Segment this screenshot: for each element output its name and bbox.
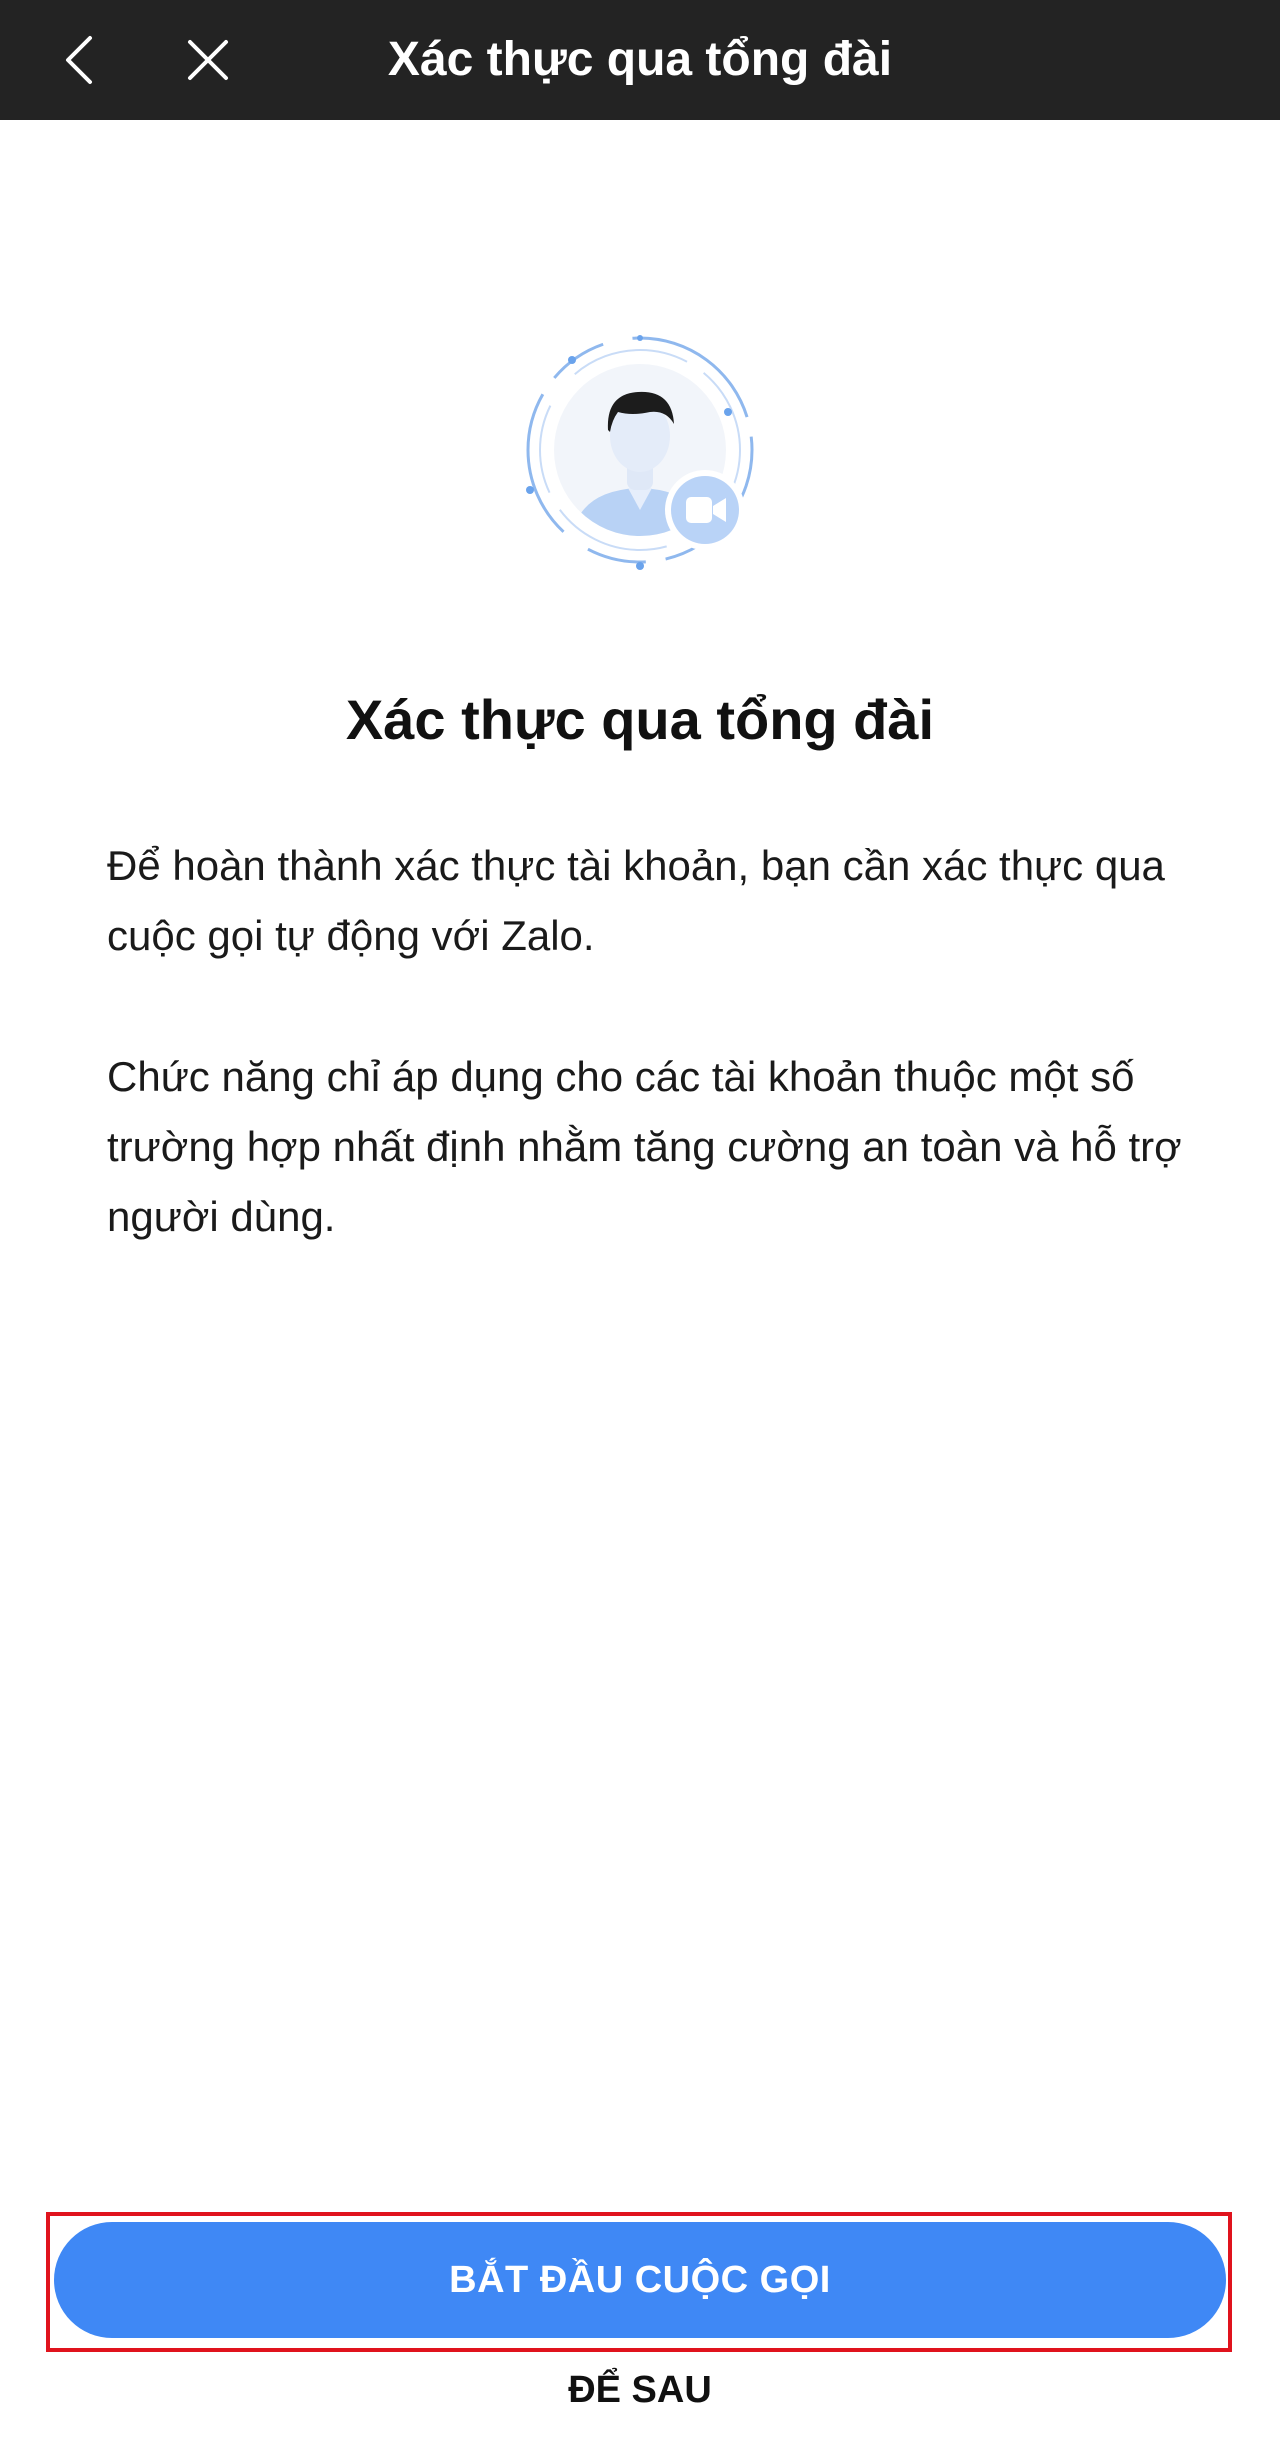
top-bar: Xác thực qua tổng đài <box>0 0 1280 120</box>
section-heading: Xác thực qua tổng đài <box>345 688 935 751</box>
page-title: Xác thực qua tổng đài <box>387 33 893 86</box>
later-button[interactable]: ĐỂ SAU <box>0 2360 1280 2420</box>
notice-paragraph: Chức năng chỉ áp dụng cho các tài khoản … <box>107 1053 1182 1240</box>
start-call-button[interactable]: BẮT ĐẦU CUỘC GỌI <box>54 2222 1226 2338</box>
agent-with-video-camera-icon <box>510 320 770 580</box>
description-paragraph: Để hoàn thành xác thực tài khoản, bạn cầ… <box>107 842 1165 959</box>
